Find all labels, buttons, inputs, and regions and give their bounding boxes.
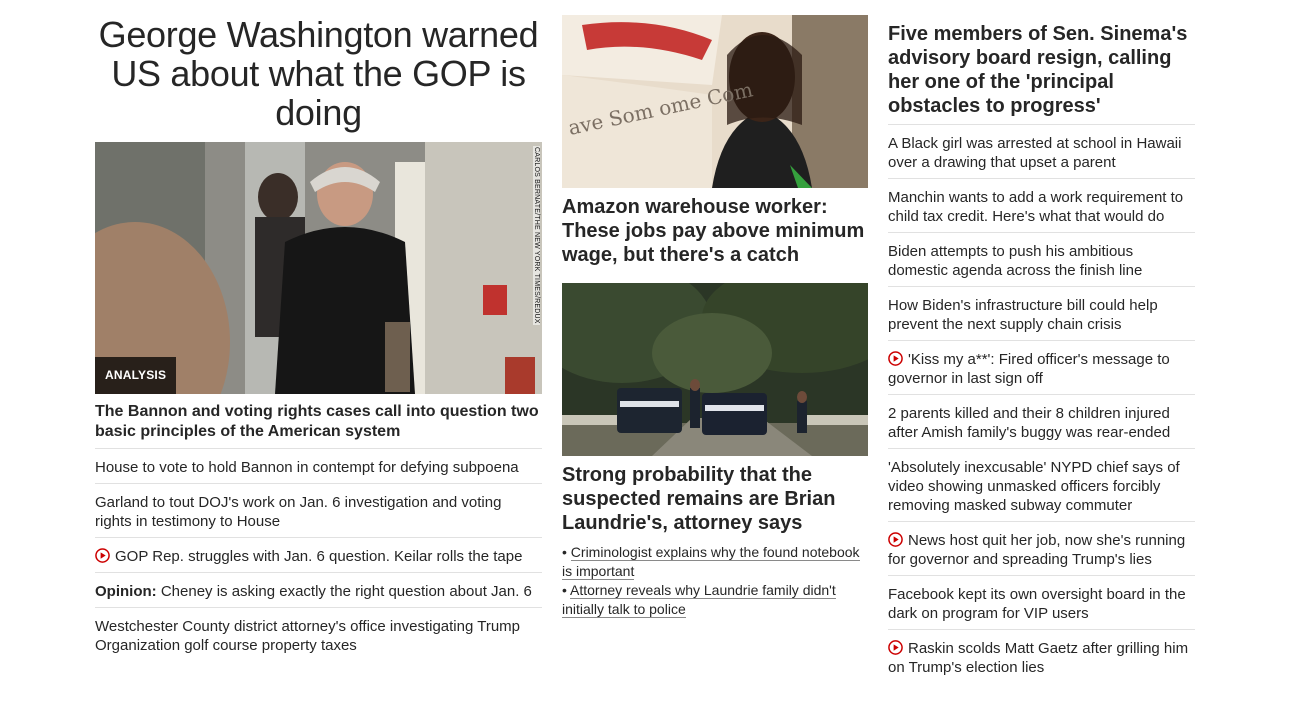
play-icon — [888, 532, 903, 547]
video-story-link[interactable]: Raskin scolds Matt Gaetz after grilling … — [888, 630, 1195, 683]
story-link[interactable]: Manchin wants to add a work requirement … — [888, 179, 1195, 233]
story-text: News host quit her job, now she's runnin… — [888, 532, 1186, 568]
story-text: Biden attempts to push his ambitious dom… — [888, 243, 1143, 279]
video-story-link[interactable]: News host quit her job, now she's runnin… — [888, 522, 1195, 576]
video-story-link[interactable]: 'Kiss my a**': Fired officer's message t… — [888, 341, 1195, 395]
story-text: Manchin wants to add a work requirement … — [888, 189, 1184, 225]
right-column: Five members of Sen. Sinema's advisory b… — [888, 0, 1195, 683]
story-text: House to vote to hold Bannon in contempt… — [95, 459, 519, 476]
video-story-link[interactable]: GOP Rep. struggles with Jan. 6 question.… — [95, 538, 542, 573]
story-link[interactable]: Westchester County district attorney's o… — [95, 608, 542, 661]
middle-column: ave Som ome Com Amazon warehouse worker:… — [562, 0, 868, 619]
sinema-headline[interactable]: Five members of Sen. Sinema's advisory b… — [888, 22, 1195, 125]
related-link-text: Attorney reveals why Laundrie family did… — [562, 582, 836, 618]
story-link[interactable]: Garland to tout DOJ's work on Jan. 6 inv… — [95, 484, 542, 538]
laundrie-headline[interactable]: Strong probability that the suspected re… — [562, 463, 868, 535]
story-text: GOP Rep. struggles with Jan. 6 question.… — [115, 548, 523, 565]
hero-subheadline[interactable]: The Bannon and voting rights cases call … — [95, 402, 542, 449]
analysis-badge: ANALYSIS — [95, 357, 177, 394]
play-icon — [888, 640, 903, 655]
story-link[interactable]: A Black girl was arrested at school in H… — [888, 125, 1195, 179]
story-text: Westchester County district attorney's o… — [95, 618, 520, 654]
related-link-text: Criminologist explains why the found not… — [562, 544, 860, 580]
amazon-worker-photo: ave Som ome Com — [562, 15, 868, 188]
left-column: George Washington warned US about what t… — [95, 0, 542, 661]
story-text: How Biden's infrastructure bill could he… — [888, 297, 1158, 333]
related-link[interactable]: • Criminologist explains why the found n… — [562, 543, 868, 581]
story-text: 2 parents killed and their 8 children in… — [888, 405, 1171, 441]
laundrie-image[interactable] — [562, 283, 868, 456]
amazon-worker-image[interactable]: ave Som ome Com — [562, 15, 868, 188]
amazon-headline[interactable]: Amazon warehouse worker: These jobs pay … — [562, 195, 868, 267]
play-icon — [888, 351, 903, 366]
story-text: 'Absolutely inexcusable' NYPD chief says… — [888, 459, 1180, 514]
play-icon — [95, 548, 110, 563]
hero-image[interactable]: CARLOS BERNATE/THE NEW YORK TIMES/REDUX … — [95, 142, 542, 394]
story-text: Facebook kept its own oversight board in… — [888, 586, 1186, 622]
story-link[interactable]: How Biden's infrastructure bill could he… — [888, 287, 1195, 341]
photo-credit: CARLOS BERNATE/THE NEW YORK TIMES/REDUX — [533, 146, 540, 325]
story-link[interactable]: Biden attempts to push his ambitious dom… — [888, 233, 1195, 287]
story-link[interactable]: Facebook kept its own oversight board in… — [888, 576, 1195, 630]
story-text: Garland to tout DOJ's work on Jan. 6 inv… — [95, 494, 502, 530]
laundrie-photo — [562, 283, 868, 456]
story-link[interactable]: 2 parents killed and their 8 children in… — [888, 395, 1195, 449]
story-text: Cheney is asking exactly the right quest… — [160, 583, 532, 600]
story-link[interactable]: House to vote to hold Bannon in contempt… — [95, 449, 542, 484]
opinion-story-link[interactable]: Opinion: Cheney is asking exactly the ri… — [95, 573, 542, 608]
story-text: Raskin scolds Matt Gaetz after grilling … — [888, 640, 1189, 676]
story-text: 'Kiss my a**': Fired officer's message t… — [888, 351, 1170, 387]
story-text: A Black girl was arrested at school in H… — [888, 135, 1182, 171]
story-link[interactable]: 'Absolutely inexcusable' NYPD chief says… — [888, 449, 1195, 522]
opinion-label: Opinion: — [95, 583, 157, 600]
related-links: • Criminologist explains why the found n… — [562, 543, 868, 619]
hero-headline[interactable]: George Washington warned US about what t… — [95, 15, 542, 139]
related-link[interactable]: • Attorney reveals why Laundrie family d… — [562, 581, 868, 619]
